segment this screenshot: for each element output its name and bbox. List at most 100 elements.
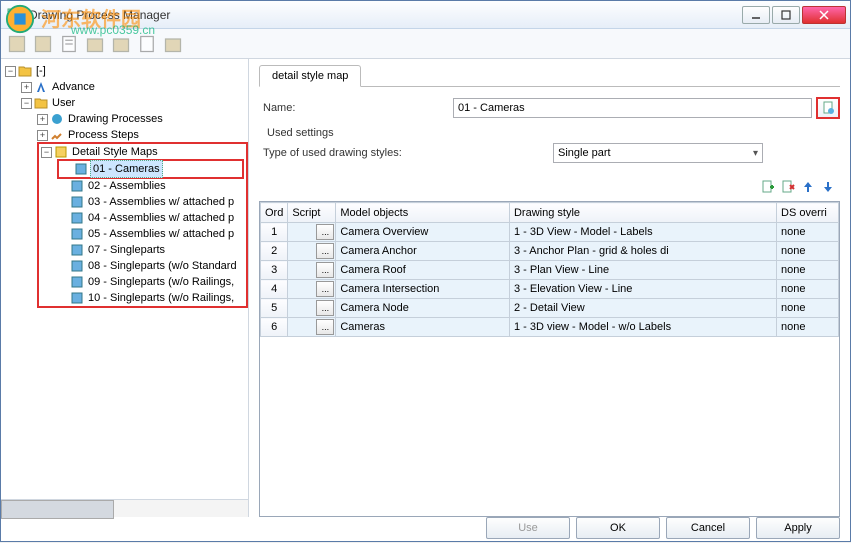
toolbar-icon-2[interactable] bbox=[33, 34, 53, 54]
expand-toggle[interactable]: + bbox=[37, 130, 48, 141]
cell-script[interactable]: ... bbox=[288, 318, 336, 337]
tree-item[interactable]: 10 - Singleparts (w/o Railings, bbox=[86, 290, 236, 306]
cell-style[interactable]: 3 - Plan View - Line bbox=[509, 261, 776, 280]
col-style[interactable]: Drawing style bbox=[509, 203, 776, 223]
cell-style[interactable]: 2 - Detail View bbox=[509, 299, 776, 318]
cell-override[interactable]: none bbox=[777, 299, 839, 318]
cell-ord: 1 bbox=[261, 223, 288, 242]
detail-panel: detail style map Name: Used settings Typ… bbox=[249, 59, 850, 517]
cell-model[interactable]: Camera Node bbox=[336, 299, 510, 318]
tree-drawing-processes[interactable]: Drawing Processes bbox=[66, 111, 165, 127]
cell-script[interactable]: ... bbox=[288, 242, 336, 261]
map-item-icon bbox=[70, 179, 84, 193]
expand-toggle[interactable]: − bbox=[5, 66, 16, 77]
cell-script[interactable]: ... bbox=[288, 280, 336, 299]
table-row[interactable]: 3...Camera Roof3 - Plan View - Linenone bbox=[261, 261, 839, 280]
cell-style[interactable]: 1 - 3D View - Model - Labels bbox=[509, 223, 776, 242]
tree-item[interactable]: 09 - Singleparts (w/o Railings, bbox=[86, 274, 236, 290]
toolbar-icon-3[interactable] bbox=[59, 34, 79, 54]
tree-user[interactable]: User bbox=[50, 95, 77, 111]
toolbar-icon-6[interactable] bbox=[137, 34, 157, 54]
tree-item[interactable]: 07 - Singleparts bbox=[86, 242, 167, 258]
tree-item[interactable]: 01 - Cameras bbox=[90, 160, 163, 178]
cancel-button[interactable]: Cancel bbox=[666, 517, 750, 539]
script-browse-button[interactable]: ... bbox=[316, 262, 334, 278]
tree-root[interactable]: [-] bbox=[34, 63, 48, 79]
horizontal-scrollbar[interactable] bbox=[1, 499, 248, 517]
maximize-button[interactable] bbox=[772, 6, 800, 24]
use-button[interactable]: Use bbox=[486, 517, 570, 539]
expand-toggle[interactable]: − bbox=[21, 98, 32, 109]
tree-item[interactable]: 08 - Singleparts (w/o Standard bbox=[86, 258, 239, 274]
col-script[interactable]: Script bbox=[288, 203, 336, 223]
cell-override[interactable]: none bbox=[777, 242, 839, 261]
cell-style[interactable]: 3 - Elevation View - Line bbox=[509, 280, 776, 299]
cell-model[interactable]: Camera Overview bbox=[336, 223, 510, 242]
cell-ord: 2 bbox=[261, 242, 288, 261]
tree[interactable]: − [-] + Advance − User + Drawing Processes +… bbox=[1, 63, 248, 308]
ok-button[interactable]: OK bbox=[576, 517, 660, 539]
tree-item[interactable]: 02 - Assemblies bbox=[86, 178, 168, 194]
tree-item[interactable]: 03 - Assemblies w/ attached p bbox=[86, 194, 236, 210]
table-row[interactable]: 5...Camera Node2 - Detail Viewnone bbox=[261, 299, 839, 318]
add-icon[interactable] bbox=[760, 179, 776, 195]
cell-style[interactable]: 1 - 3D view - Model - w/o Labels bbox=[509, 318, 776, 337]
tree-process-steps[interactable]: Process Steps bbox=[66, 127, 141, 143]
script-browse-button[interactable]: ... bbox=[316, 300, 334, 316]
move-down-icon[interactable] bbox=[820, 179, 836, 195]
tree-item[interactable]: 05 - Assemblies w/ attached p bbox=[86, 226, 236, 242]
document-icon bbox=[821, 101, 835, 115]
col-override[interactable]: DS overri bbox=[777, 203, 839, 223]
name-input[interactable] bbox=[453, 98, 812, 118]
cell-override[interactable]: none bbox=[777, 261, 839, 280]
cell-model[interactable]: Camera Roof bbox=[336, 261, 510, 280]
close-button[interactable] bbox=[802, 6, 846, 24]
col-model[interactable]: Model objects bbox=[336, 203, 510, 223]
apply-button[interactable]: Apply bbox=[756, 517, 840, 539]
used-settings-label: Used settings bbox=[267, 127, 840, 139]
cell-override[interactable]: none bbox=[777, 223, 839, 242]
cell-style[interactable]: 3 - Anchor Plan - grid & holes di bbox=[509, 242, 776, 261]
toolbar-icon-4[interactable] bbox=[85, 34, 105, 54]
toolbar-icon-7[interactable] bbox=[163, 34, 183, 54]
col-ord[interactable]: Ord bbox=[261, 203, 288, 223]
drawing-style-type-select[interactable]: Single part bbox=[553, 143, 763, 163]
expand-toggle[interactable]: − bbox=[41, 147, 52, 158]
toolbar-icon-5[interactable] bbox=[111, 34, 131, 54]
table-row[interactable]: 4...Camera Intersection3 - Elevation Vie… bbox=[261, 280, 839, 299]
grid[interactable]: Ord Script Model objects Drawing style D… bbox=[259, 201, 840, 517]
tree-item[interactable]: 04 - Assemblies w/ attached p bbox=[86, 210, 236, 226]
titlebar: Drawing Process Manager bbox=[1, 1, 850, 29]
table-row[interactable]: 2...Camera Anchor3 - Anchor Plan - grid … bbox=[261, 242, 839, 261]
script-browse-button[interactable]: ... bbox=[316, 281, 334, 297]
cell-script[interactable]: ... bbox=[288, 223, 336, 242]
cell-override[interactable]: none bbox=[777, 318, 839, 337]
type-label: Type of used drawing styles: bbox=[263, 147, 553, 159]
script-browse-button[interactable]: ... bbox=[316, 224, 334, 240]
remove-icon[interactable] bbox=[780, 179, 796, 195]
toolbar-icon-1[interactable] bbox=[7, 34, 27, 54]
table-row[interactable]: 6...Cameras1 - 3D view - Model - w/o Lab… bbox=[261, 318, 839, 337]
move-up-icon[interactable] bbox=[800, 179, 816, 195]
cell-script[interactable]: ... bbox=[288, 299, 336, 318]
cell-ord: 3 bbox=[261, 261, 288, 280]
cell-model[interactable]: Cameras bbox=[336, 318, 510, 337]
tree-advance[interactable]: Advance bbox=[50, 79, 97, 95]
cell-script[interactable]: ... bbox=[288, 261, 336, 280]
name-action-button[interactable] bbox=[816, 97, 840, 119]
steps-icon bbox=[50, 128, 64, 142]
expand-toggle[interactable]: + bbox=[37, 114, 48, 125]
cell-override[interactable]: none bbox=[777, 280, 839, 299]
expand-toggle[interactable]: + bbox=[21, 82, 32, 93]
cell-model[interactable]: Camera Intersection bbox=[336, 280, 510, 299]
tab-detail-style-map[interactable]: detail style map bbox=[259, 65, 361, 87]
table-row[interactable]: 1...Camera Overview1 - 3D View - Model -… bbox=[261, 223, 839, 242]
tree-detail-style-maps[interactable]: Detail Style Maps bbox=[70, 144, 160, 160]
map-item-icon bbox=[70, 243, 84, 257]
tab-bar: detail style map bbox=[259, 65, 840, 87]
name-label: Name: bbox=[263, 102, 453, 114]
script-browse-button[interactable]: ... bbox=[316, 319, 334, 335]
minimize-button[interactable] bbox=[742, 6, 770, 24]
script-browse-button[interactable]: ... bbox=[316, 243, 334, 259]
cell-model[interactable]: Camera Anchor bbox=[336, 242, 510, 261]
